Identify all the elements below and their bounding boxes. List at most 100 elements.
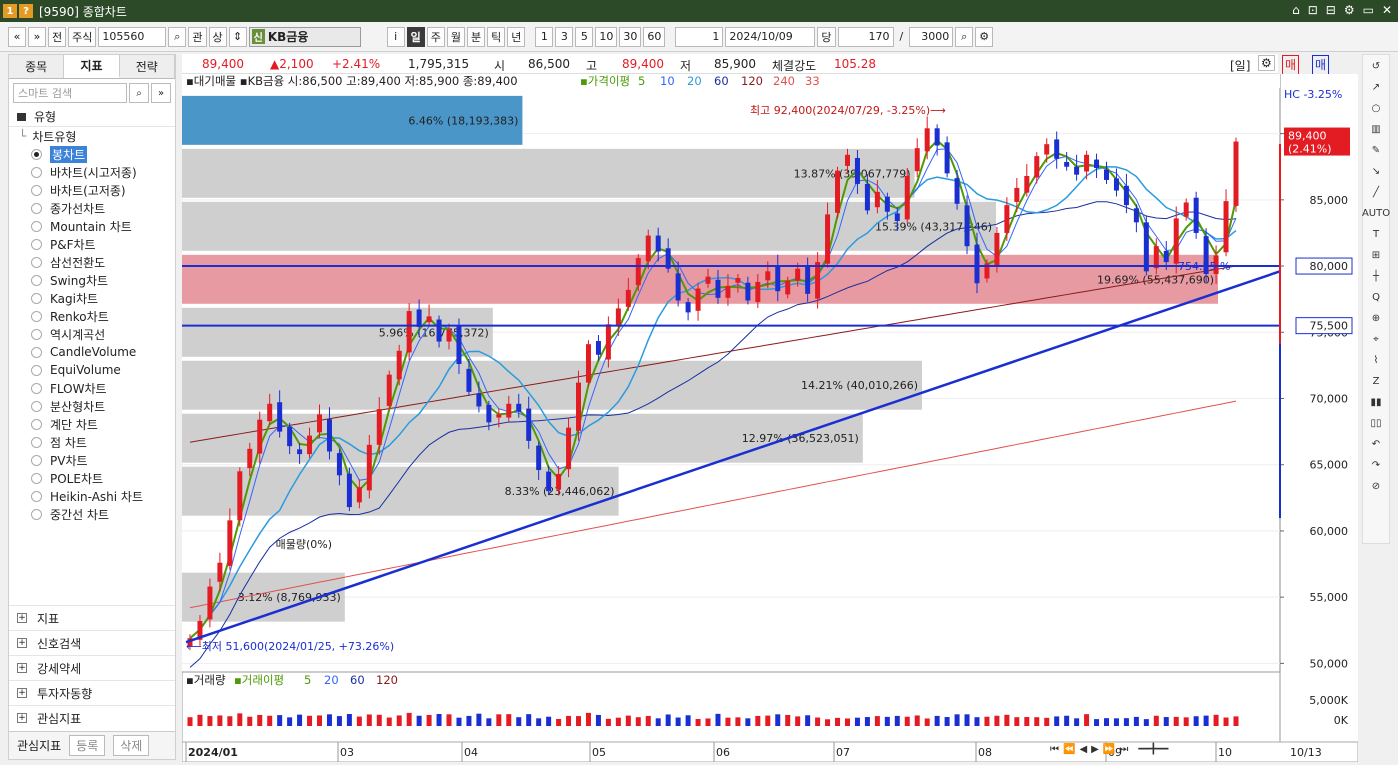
drawing-tool-8-icon[interactable]: T <box>1364 224 1388 244</box>
updown-icon[interactable]: ⇕ <box>228 26 247 47</box>
lower-section-item[interactable]: + 강세약세 <box>9 655 175 680</box>
drawing-tool-17-icon[interactable]: ▯▯ <box>1364 413 1388 433</box>
radio-icon[interactable] <box>31 508 42 520</box>
zoom-slider[interactable]: ━━╋━━ <box>1138 744 1168 760</box>
chart-type-item[interactable]: 역시계곡선 <box>31 325 175 343</box>
stock-name-field[interactable]: 신 KB금융 <box>248 26 361 47</box>
period-year-button[interactable]: 년 <box>507 26 526 47</box>
radio-icon[interactable] <box>31 436 42 448</box>
delete-button[interactable]: 삭제 <box>113 735 150 756</box>
nav-button-4[interactable]: ⏩ <box>1103 744 1115 760</box>
prev-stock-button[interactable]: « <box>8 26 26 47</box>
nav-button-0[interactable]: ⏮ <box>1050 744 1059 760</box>
drawing-tool-14-icon[interactable]: ⌇ <box>1364 350 1388 370</box>
lower-section-item[interactable]: + 투자자동향 <box>9 680 175 705</box>
period-week-button[interactable]: 주 <box>426 26 445 47</box>
radio-icon[interactable] <box>31 346 42 358</box>
radio-icon[interactable] <box>31 166 42 178</box>
radio-icon[interactable] <box>31 454 42 466</box>
drawing-tool-19-icon[interactable]: ↷ <box>1364 455 1388 475</box>
drawing-tool-20-icon[interactable]: ⊘ <box>1364 476 1388 496</box>
chart-type-item[interactable]: FLOW차트 <box>31 379 175 397</box>
expand-plus-icon[interactable]: + <box>17 688 27 698</box>
drawing-tool-1-icon[interactable]: ↗ <box>1364 77 1388 97</box>
drawing-tool-3-icon[interactable]: ▥ <box>1364 119 1388 139</box>
date-input[interactable]: 2024/10/09 <box>725 26 816 47</box>
lower-section-item[interactable]: + 지표 <box>9 605 175 630</box>
window-control-0-icon[interactable]: ⌂ <box>1292 3 1300 17</box>
drawing-tool-16-icon[interactable]: ▮▮ <box>1364 392 1388 412</box>
drawing-tool-2-icon[interactable]: ○ <box>1364 98 1388 118</box>
interval-60-button[interactable]: 60 <box>643 26 666 47</box>
watchlist-button[interactable]: 관 <box>188 26 207 47</box>
count-select[interactable]: 1 <box>675 26 724 47</box>
settings-gear-icon[interactable]: ⚙ <box>975 26 994 47</box>
chart-type-item[interactable]: Swing차트 <box>31 271 175 289</box>
nav-button-5[interactable]: ⏭ <box>1119 744 1128 760</box>
current-button[interactable]: 당 <box>817 26 836 47</box>
drawing-tool-9-icon[interactable]: ⊞ <box>1364 245 1388 265</box>
sang-button[interactable]: 상 <box>208 26 227 47</box>
chart-type-item[interactable]: P&F차트 <box>31 235 175 253</box>
radio-icon[interactable] <box>31 148 42 160</box>
chart-type-item[interactable]: PV차트 <box>31 451 175 469</box>
chart-type-item[interactable]: POLE차트 <box>31 469 175 487</box>
expand-plus-icon[interactable]: + <box>17 713 27 723</box>
chart-type-item[interactable]: 삼선전환도 <box>31 253 175 271</box>
window-control-3-icon[interactable]: ⚙ <box>1344 3 1355 17</box>
radio-icon[interactable] <box>31 472 42 484</box>
radio-icon[interactable] <box>31 292 42 304</box>
radio-icon[interactable] <box>31 382 42 394</box>
max-bars-input[interactable]: 3000 <box>909 26 954 47</box>
lower-section-item[interactable]: + 신호검색 <box>9 630 175 655</box>
window-control-5-icon[interactable]: ✕ <box>1382 3 1392 17</box>
period-month-button[interactable]: 월 <box>446 26 465 47</box>
chart-type-item[interactable]: Heikin-Ashi 차트 <box>31 487 175 505</box>
chart-type-item[interactable]: 계단 차트 <box>31 415 175 433</box>
section-type[interactable]: 유형 <box>9 107 175 127</box>
drawing-tool-10-icon[interactable]: ┼ <box>1364 266 1388 286</box>
drawing-tool-5-icon[interactable]: ↘ <box>1364 161 1388 181</box>
radio-icon[interactable] <box>31 184 42 196</box>
chart-type-item[interactable]: 바차트(시고저종) <box>31 163 175 181</box>
next-stock-button[interactable]: » <box>28 26 46 47</box>
nav-button-3[interactable]: ▶ <box>1091 744 1099 760</box>
period-day-button[interactable]: 일 <box>406 26 425 47</box>
chart-type-item[interactable]: 중간선 차트 <box>31 505 175 523</box>
radio-icon[interactable] <box>31 220 42 232</box>
period-tick-button[interactable]: 틱 <box>487 26 506 47</box>
lower-section-item[interactable]: + 관심지표 <box>9 705 175 730</box>
expand-plus-icon[interactable]: + <box>17 638 27 648</box>
radio-icon[interactable] <box>31 256 42 268</box>
tree-root[interactable]: └ 차트유형 <box>9 127 175 145</box>
drawing-tool-4-icon[interactable]: ✎ <box>1364 140 1388 160</box>
chart-type-item[interactable]: 바차트(고저종) <box>31 181 175 199</box>
chart-type-item[interactable]: CandleVolume <box>31 343 175 361</box>
chart-type-item[interactable]: EquiVolume <box>31 361 175 379</box>
chart-type-item[interactable]: Renko차트 <box>31 307 175 325</box>
drawing-tool-6-icon[interactable]: ╱ <box>1364 182 1388 202</box>
interval-3-button[interactable]: 3 <box>555 26 574 47</box>
radio-icon[interactable] <box>31 364 42 376</box>
radio-icon[interactable] <box>31 328 42 340</box>
window-control-4-icon[interactable]: ▭ <box>1363 3 1374 17</box>
drawing-tool-11-icon[interactable]: Q <box>1364 287 1388 307</box>
help-icon[interactable]: ? <box>19 4 33 18</box>
window-control-1-icon[interactable]: ⊡ <box>1308 3 1318 17</box>
zoom-add-icon[interactable]: ⌕ <box>955 26 974 47</box>
radio-icon[interactable] <box>31 274 42 286</box>
search-icon[interactable]: ⌕ <box>129 83 149 103</box>
drawing-tool-7-icon[interactable]: AUTO <box>1362 203 1390 223</box>
radio-icon[interactable] <box>31 310 42 322</box>
info-button[interactable]: i <box>386 26 405 47</box>
register-button[interactable]: 등록 <box>69 735 106 756</box>
drawing-tool-15-icon[interactable]: Z <box>1364 371 1388 391</box>
tab-strategy[interactable]: 전략 <box>119 55 175 78</box>
tab-stock[interactable]: 종목 <box>9 55 65 78</box>
drawing-tool-13-icon[interactable]: ⌖ <box>1364 329 1388 349</box>
drawing-tool-0-icon[interactable]: ↺ <box>1364 56 1388 76</box>
smart-search-input[interactable]: 스마트 검색 <box>13 83 127 103</box>
price-chart[interactable]: 50,00055,00060,00065,00070,00075,00080,0… <box>182 74 1358 762</box>
search-icon[interactable]: ⌕ <box>168 26 187 47</box>
drawing-tool-18-icon[interactable]: ↶ <box>1364 434 1388 454</box>
